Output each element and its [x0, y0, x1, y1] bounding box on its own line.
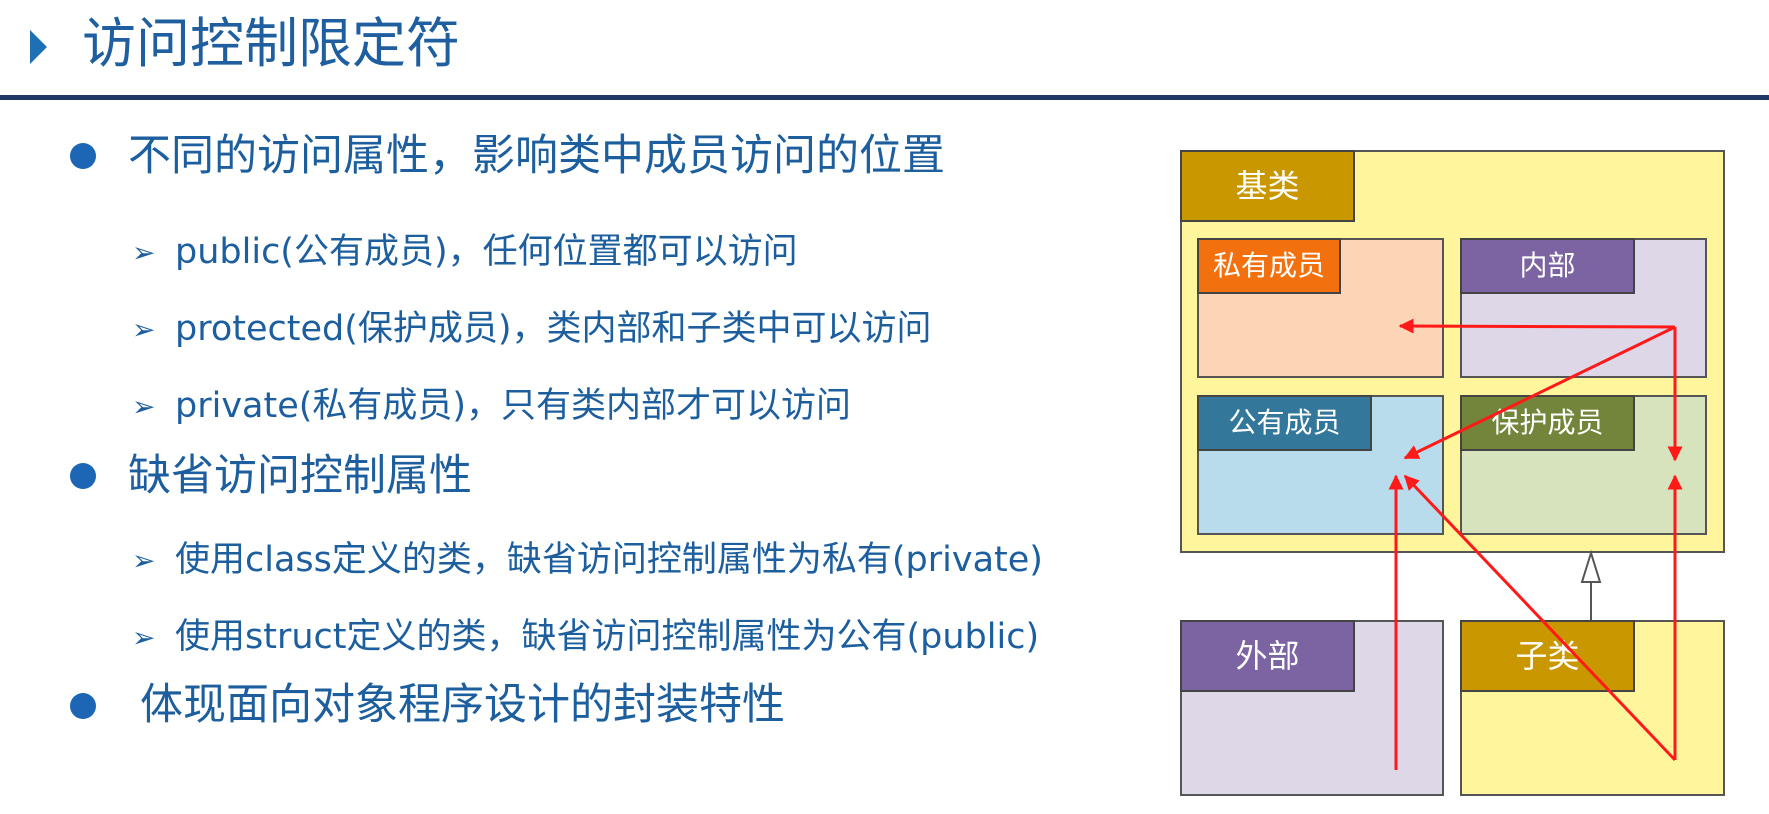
inheritance-arrow-icon: [1580, 549, 1602, 583]
bullet-text-encapsulation: 体现面向对象程序设计的封装特性: [140, 680, 785, 730]
chevron-right-icon: ➢: [132, 544, 156, 577]
chevron-right-icon: ➢: [132, 313, 156, 346]
access-diagram: 基类 私有成员 内部 公有成员 保护成员 外部 子类: [1180, 150, 1725, 800]
chevron-right-icon: ➢: [132, 390, 156, 423]
sub-bullet-struct-default: 使用struct定义的类，缺省访问控制属性为公有(public): [175, 617, 1040, 657]
sub-bullet-protected: protected(保护成员)，类内部和子类中可以访问: [175, 309, 932, 349]
slide-title: 访问控制限定符: [82, 12, 460, 75]
bullet-text-access-attributes: 不同的访问属性，影响类中成员访问的位置: [128, 131, 945, 181]
title-divider: [0, 95, 1769, 100]
arrow-internal-to-private: [1398, 318, 1676, 334]
chevron-right-icon: ➢: [132, 236, 156, 269]
sub-bullet-class-default: 使用class定义的类，缺省访问控制属性为私有(private): [175, 540, 1043, 580]
arrow-subclass-to-public: [1403, 474, 1677, 762]
bullet-dot-icon: [70, 463, 96, 489]
bullet-text-default-access: 缺省访问控制属性: [128, 451, 472, 501]
arrow-internal-to-public: [1403, 325, 1676, 460]
sub-bullet-public: public(公有成员)，任何位置都可以访问: [175, 232, 798, 272]
chevron-right-icon: ➢: [132, 621, 156, 654]
sub-bullet-private: private(私有成员)，只有类内部才可以访问: [175, 386, 852, 426]
bullet-dot-icon: [70, 693, 96, 719]
title-triangle-icon: [30, 30, 47, 64]
access-arrows: [1388, 318, 1683, 770]
bullet-dot-icon: [70, 143, 96, 169]
slide-header: 访问控制限定符: [0, 0, 1769, 100]
